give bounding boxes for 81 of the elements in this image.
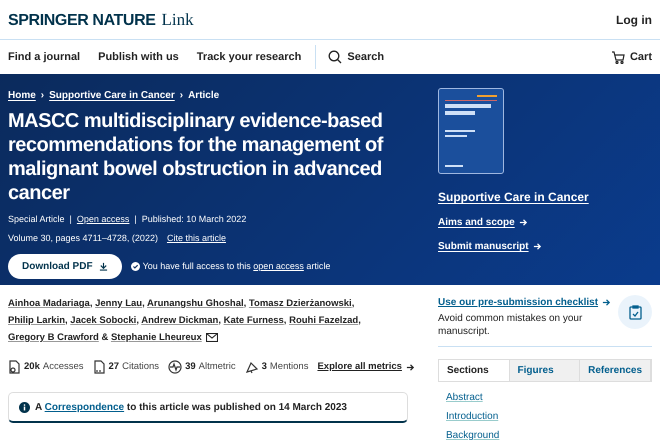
nav-link[interactable]: Publish with us bbox=[98, 48, 179, 66]
metric-label: Citations bbox=[122, 360, 160, 374]
chevron-icon: › bbox=[40, 88, 44, 103]
journal-sublink[interactable]: Aims and scope bbox=[438, 215, 528, 230]
metric-label: Mentions bbox=[270, 360, 308, 374]
separator: | bbox=[134, 213, 137, 226]
comma: , bbox=[352, 298, 354, 309]
metric-value: 27 bbox=[108, 360, 120, 374]
article-title: MASCC multidisciplinary evidence-based recommendations for the management of malignant bowel obstruction in advanced cancer bbox=[8, 109, 384, 205]
search-icon bbox=[328, 50, 342, 64]
arrow-icon bbox=[602, 298, 612, 307]
correspondence-link[interactable]: Correspondence bbox=[44, 402, 124, 413]
comma: , bbox=[358, 315, 361, 326]
open-access-link[interactable]: open access bbox=[253, 260, 304, 271]
journal-sublink[interactable]: Submit manuscript bbox=[438, 239, 542, 254]
metric-value: 3 bbox=[262, 360, 267, 374]
article-type: Special Article bbox=[8, 213, 65, 226]
author-link[interactable]: Andrew Dickman bbox=[141, 315, 218, 326]
cart-link[interactable]: Cart bbox=[610, 48, 652, 66]
published-date: Published: 10 March 2022 bbox=[142, 213, 246, 226]
journal-link[interactable]: Supportive Care in Cancer bbox=[438, 188, 589, 206]
nav-link[interactable]: Track your research bbox=[196, 48, 302, 66]
download-icon bbox=[98, 262, 108, 271]
comma: , bbox=[136, 315, 139, 326]
author-link[interactable]: Gregory B Crawford bbox=[8, 332, 99, 343]
metric-value: 20k bbox=[24, 360, 40, 374]
separator: | bbox=[70, 213, 72, 226]
document-icon bbox=[8, 360, 21, 374]
checklist-link[interactable]: Use our pre-submission checklist bbox=[438, 295, 618, 310]
download-pdf-button[interactable]: Download PDF bbox=[8, 254, 122, 279]
check-circle-icon bbox=[130, 262, 140, 271]
author-link[interactable]: Arunangshu Ghoshal bbox=[147, 298, 244, 309]
comma: , bbox=[65, 315, 68, 326]
author-link[interactable]: Tomasz Dzierżanowski bbox=[248, 298, 352, 309]
arrow-icon bbox=[532, 242, 542, 251]
cite-link[interactable]: Cite this article bbox=[166, 232, 226, 245]
metric-label: Accesses bbox=[42, 360, 84, 374]
arrow-icon bbox=[518, 218, 528, 227]
chevron-icon: › bbox=[180, 88, 184, 103]
author-link[interactable]: Rouhi Fazelzad bbox=[289, 315, 358, 326]
author-link[interactable]: Jenny Lau bbox=[95, 298, 142, 309]
tab[interactable]: Figures bbox=[510, 360, 580, 381]
info-icon bbox=[19, 402, 30, 413]
section-link[interactable]: Abstract bbox=[446, 390, 483, 405]
open-access-link[interactable]: Open access bbox=[76, 213, 130, 226]
comma: , bbox=[244, 298, 246, 309]
comma: , bbox=[90, 298, 92, 309]
volume-info: Volume 30, pages 4711–4728, (2022) bbox=[8, 232, 158, 245]
pulse-icon bbox=[168, 360, 182, 374]
comma: , bbox=[218, 315, 221, 326]
comma: , bbox=[142, 298, 145, 309]
metric-label: Altmetric bbox=[198, 360, 236, 374]
breadcrumb-link[interactable]: Supportive Care in Cancer bbox=[49, 88, 175, 103]
login-link[interactable]: Log in bbox=[616, 10, 652, 28]
author-link[interactable]: Kate Furness bbox=[224, 315, 284, 326]
notice-text: A Correspondence to this article was published on 14 March 2023 bbox=[35, 400, 347, 415]
section-link[interactable]: Background bbox=[446, 428, 500, 440]
breadcrumb-current: Article bbox=[188, 89, 220, 103]
comma: , bbox=[284, 315, 286, 326]
ampersand: & bbox=[101, 332, 108, 343]
section-link[interactable]: Introduction bbox=[446, 409, 498, 424]
quote-icon bbox=[92, 360, 106, 374]
megaphone-icon bbox=[244, 360, 259, 374]
logo-suffix[interactable]: Link bbox=[162, 6, 194, 32]
cart-icon bbox=[610, 50, 625, 64]
checklist-text: Avoid common mistakes on your manuscript. bbox=[438, 312, 584, 338]
author-link[interactable]: Ainhoa Madariaga bbox=[8, 298, 90, 309]
author-link[interactable]: Stephanie Lheureux bbox=[110, 332, 202, 343]
search-link[interactable]: Search bbox=[328, 48, 384, 66]
author-link[interactable]: Jacek Sobocki bbox=[70, 315, 136, 326]
metric-value: 39 bbox=[185, 360, 196, 374]
author-link[interactable]: Philip Larkin bbox=[8, 315, 66, 326]
logo[interactable]: SPRINGER NATURE bbox=[8, 8, 156, 32]
clipboard-icon bbox=[618, 295, 652, 329]
explore-metrics-link[interactable]: Explore all metrics bbox=[317, 360, 415, 374]
breadcrumb-link[interactable]: Home bbox=[8, 88, 36, 103]
nav-link[interactable]: Find a journal bbox=[8, 48, 80, 66]
tab[interactable]: References bbox=[580, 360, 652, 381]
arrow-icon bbox=[406, 362, 415, 372]
mail-icon bbox=[206, 332, 218, 342]
access-note: You have full access to this open access article bbox=[142, 260, 330, 273]
